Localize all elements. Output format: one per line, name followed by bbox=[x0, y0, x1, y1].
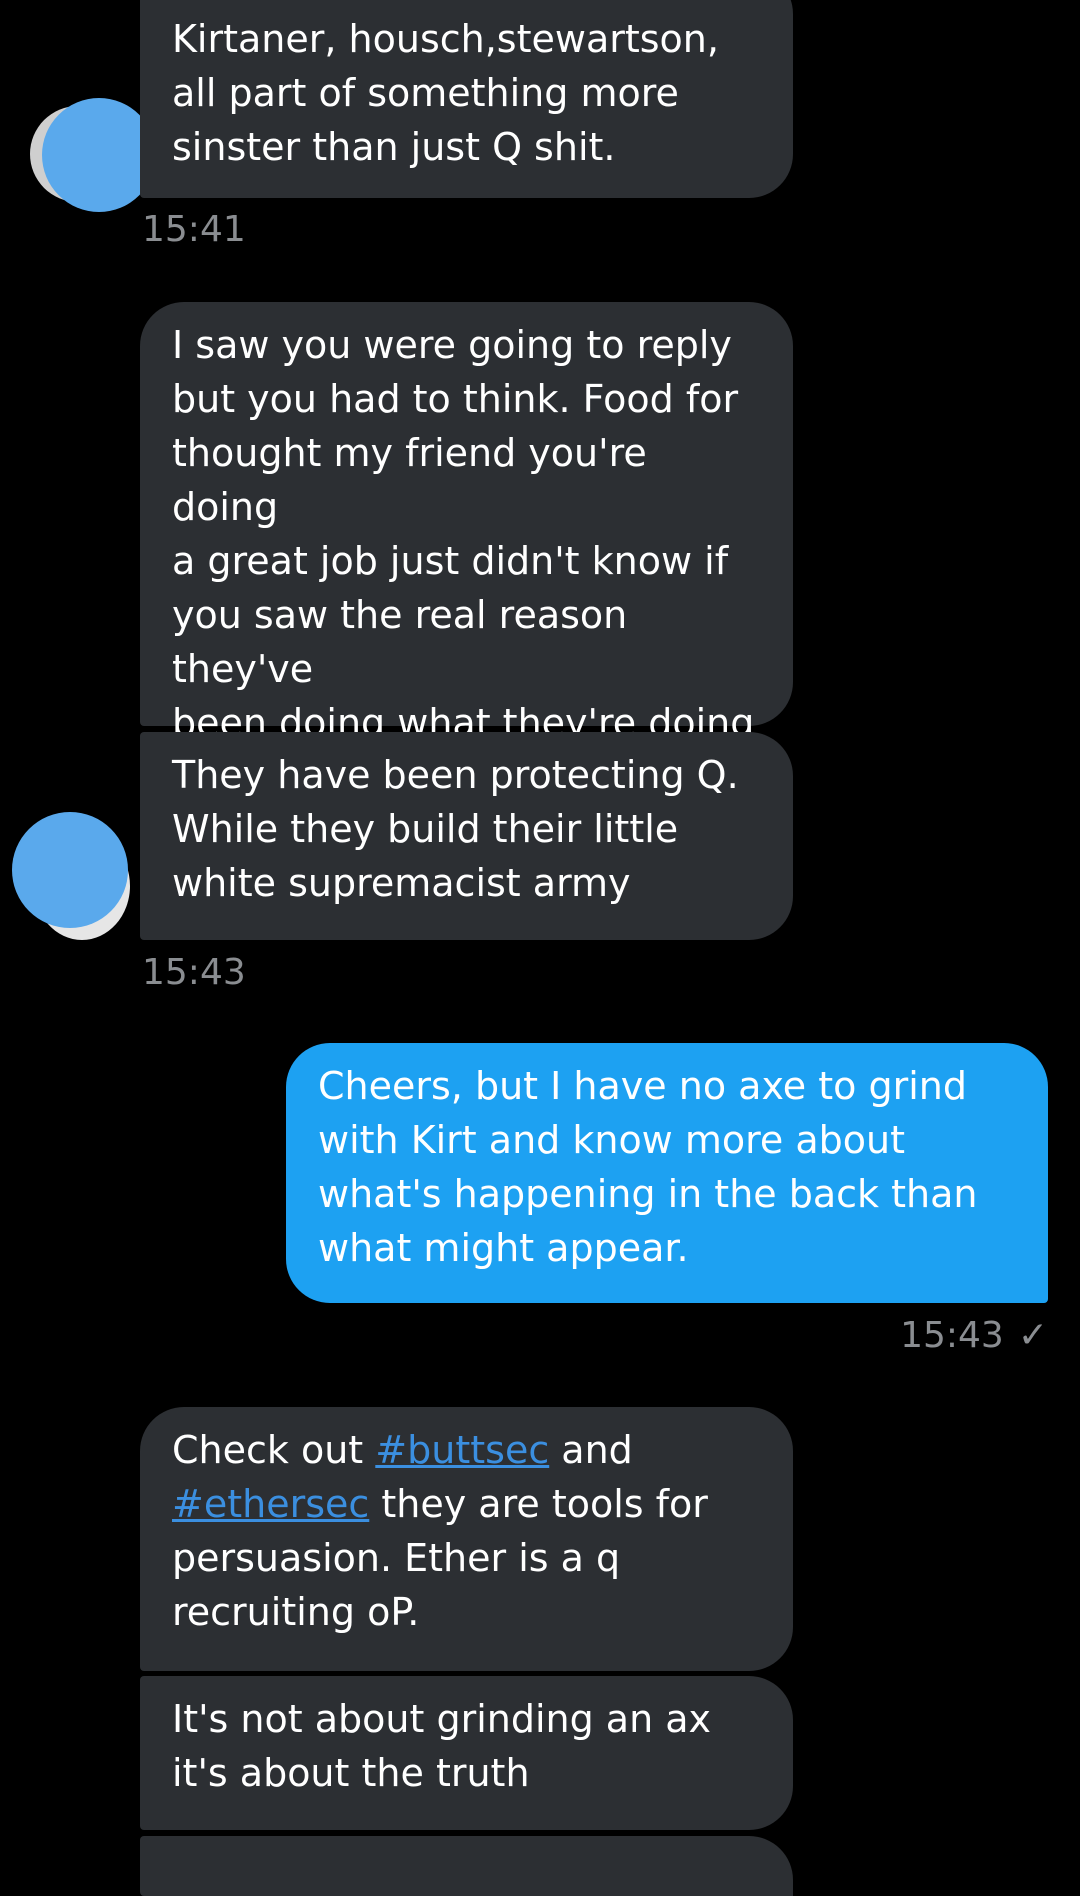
message-bubble-incoming-partial[interactable] bbox=[140, 1836, 793, 1896]
timestamp-text: 15:43 bbox=[900, 1315, 1004, 1356]
message-bubble-incoming[interactable]: Kirtaner, housch,stewartson, all part of… bbox=[140, 0, 793, 198]
message-text: Check out bbox=[172, 1428, 376, 1472]
hashtag-link[interactable]: #buttsec bbox=[375, 1428, 549, 1472]
message-bubble-outgoing[interactable]: Cheers, but I have no axe to grind with … bbox=[286, 1043, 1048, 1303]
message-timestamp: 15:43 bbox=[142, 952, 246, 993]
message-text: and bbox=[561, 1428, 633, 1472]
avatar[interactable] bbox=[12, 812, 128, 928]
message-timestamp: 15:41 bbox=[142, 209, 246, 250]
message-bubble-incoming[interactable]: I saw you were going to reply but you ha… bbox=[140, 302, 793, 799]
message-bubble-incoming[interactable]: Check out #buttsec and #ethersec they ar… bbox=[140, 1407, 793, 1671]
avatar[interactable] bbox=[42, 98, 156, 212]
message-timestamp-read: 15:43 ✓ bbox=[900, 1314, 1048, 1358]
message-bubble-incoming[interactable]: They have been protecting Q. While they … bbox=[140, 732, 793, 940]
read-check-icon: ✓ bbox=[1017, 1315, 1048, 1356]
message-bubble-incoming[interactable]: It's not about grinding an ax it's about… bbox=[140, 1676, 793, 1830]
hashtag-link[interactable]: #ethersec bbox=[172, 1482, 369, 1526]
